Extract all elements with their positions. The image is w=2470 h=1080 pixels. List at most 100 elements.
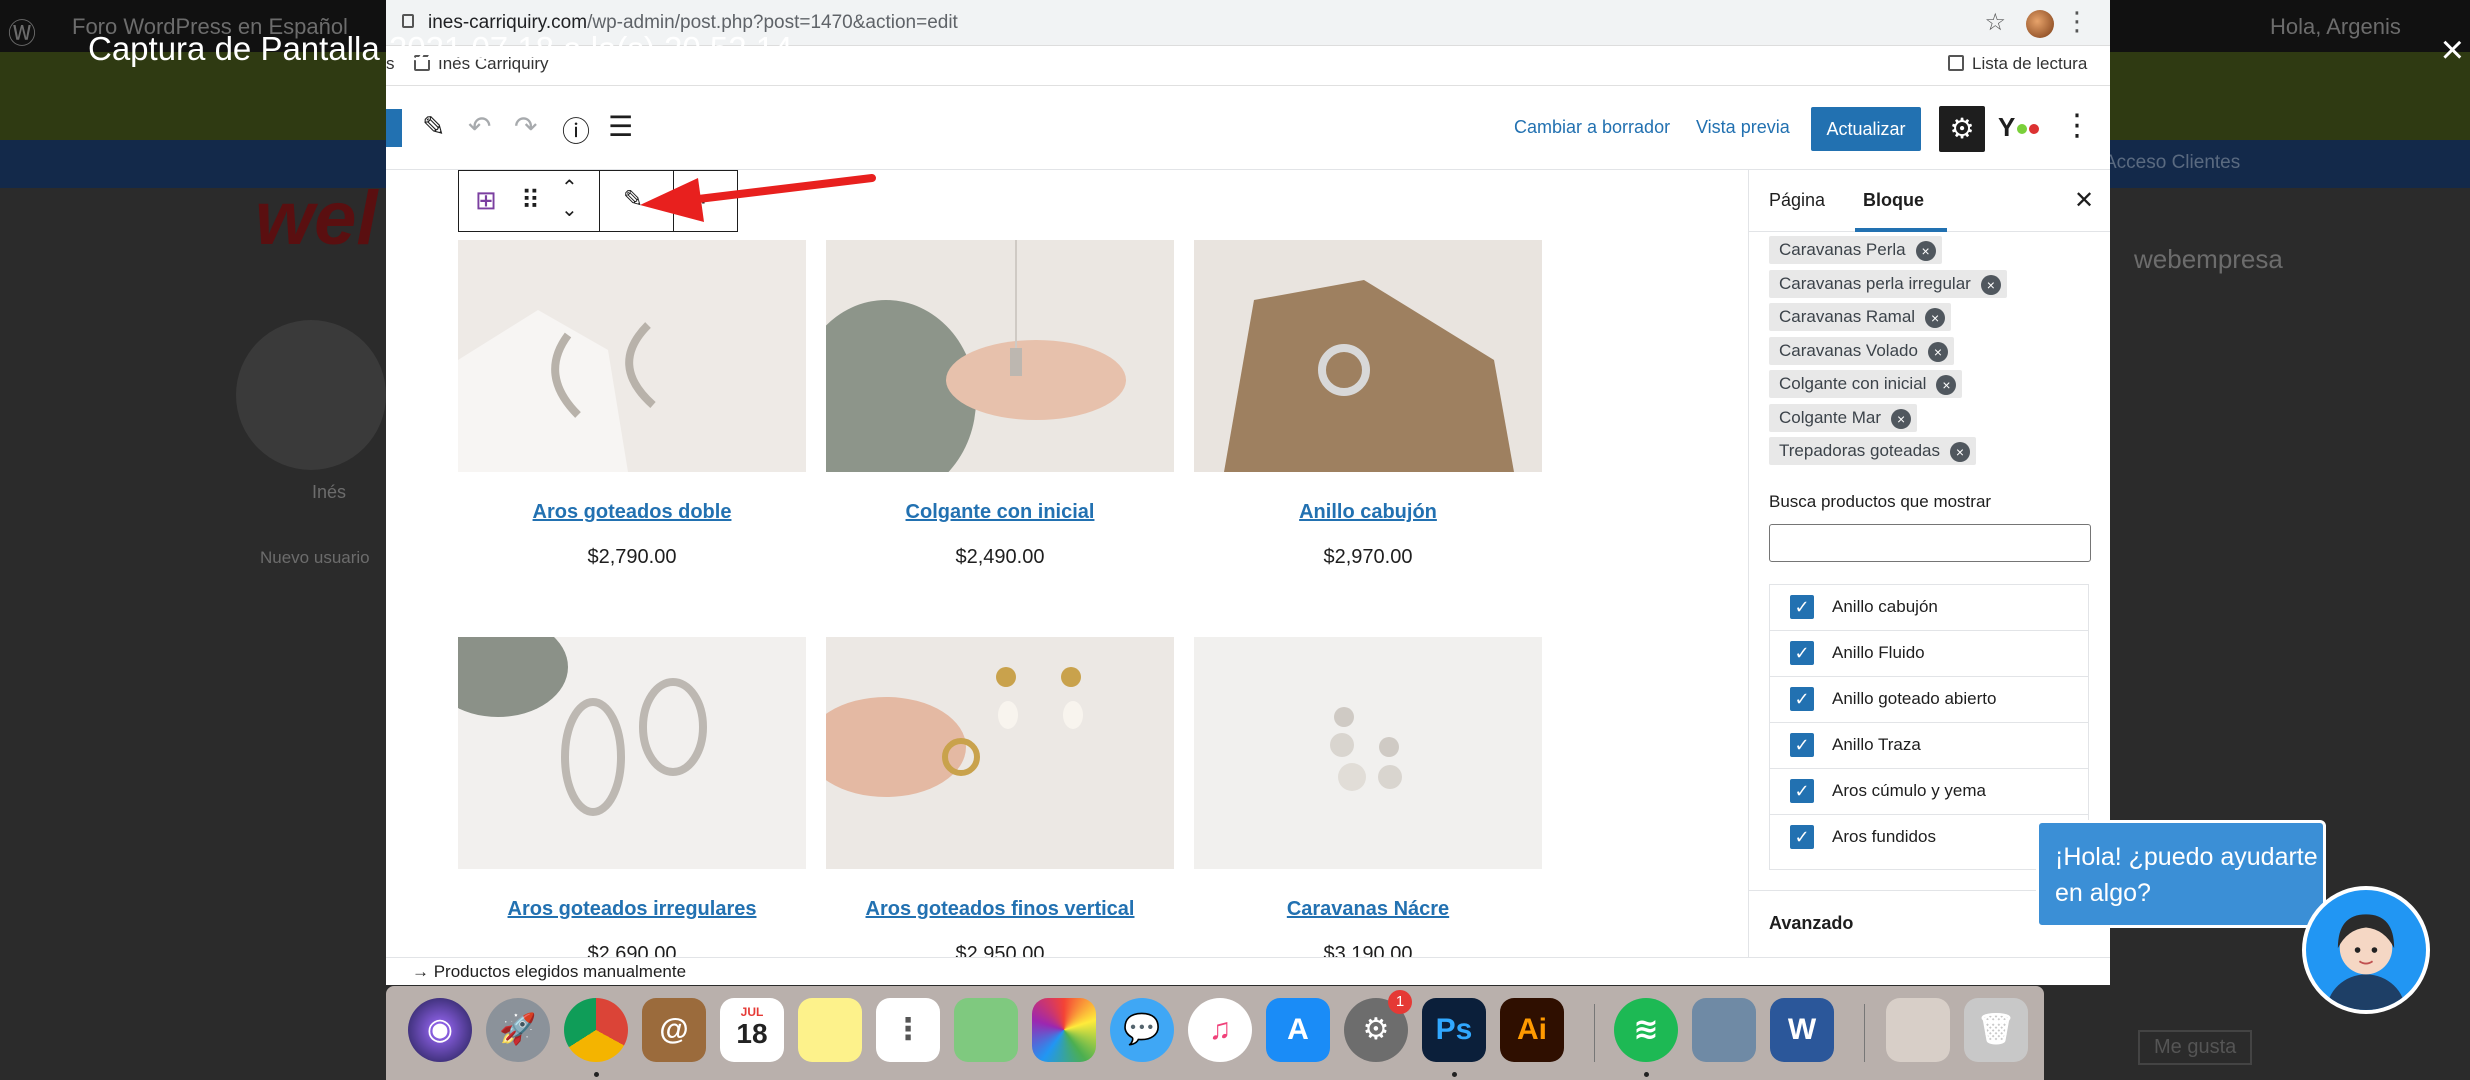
search-products-label: Busca productos que mostrar xyxy=(1769,492,1992,511)
info-icon[interactable]: ⓘ xyxy=(562,110,590,150)
product-card: Colgante con inicial $2,490.00 xyxy=(796,240,1174,569)
block-breadcrumb: → Productos elegidos manualmente xyxy=(386,957,2110,985)
chat-message-bubble[interactable]: ¡Hola! ¿puedo ayudarte en algo? xyxy=(2036,820,2326,928)
word-icon[interactable]: W xyxy=(1770,998,1834,1062)
update-button[interactable]: Actualizar xyxy=(1811,107,1921,151)
yoast-icon[interactable]: Y xyxy=(1998,112,2040,143)
contacts-icon[interactable]: @ xyxy=(642,998,706,1062)
product-name-link[interactable]: Anillo cabujón xyxy=(1194,501,1542,524)
remove-tag-icon[interactable]: × xyxy=(1980,275,2001,295)
profile-avatar[interactable] xyxy=(2026,10,2054,38)
selected-product-tag: Caravanas Perla × xyxy=(1769,236,1942,264)
running-indicator xyxy=(594,1072,599,1077)
search-products-input[interactable] xyxy=(1769,524,2091,562)
settings-gear-icon[interactable]: ⚙ xyxy=(1939,106,1985,152)
checkbox-checked-icon[interactable]: ✓ xyxy=(1790,641,1814,665)
notes-icon[interactable] xyxy=(798,998,862,1062)
reading-list[interactable]: Lista de lectura xyxy=(1948,54,2087,74)
bg-like-button: Me gusta xyxy=(2138,1030,2253,1065)
list-view-icon[interactable]: ☰ xyxy=(608,110,633,143)
preview-link[interactable]: Vista previa xyxy=(1696,117,1790,138)
checkbox-checked-icon[interactable]: ✓ xyxy=(1790,595,1814,619)
maps-icon[interactable] xyxy=(954,998,1018,1062)
move-up-down-icon[interactable]: ⌃ ⌄ xyxy=(561,177,578,221)
edit-pencil-icon[interactable]: ✎ xyxy=(422,110,445,143)
selected-product-tag: Caravanas perla irregular × xyxy=(1769,270,2007,298)
remove-tag-icon[interactable]: × xyxy=(1949,442,1970,462)
product-card: Caravanas Nácre $3,190.00 xyxy=(1194,637,1542,966)
checkbox-checked-icon[interactable]: ✓ xyxy=(1790,687,1814,711)
selected-product-tag: Caravanas Ramal × xyxy=(1769,303,1952,331)
photoshop-icon[interactable]: Ps xyxy=(1422,998,1486,1062)
chat-agent-avatar[interactable] xyxy=(2302,886,2430,1014)
product-image[interactable] xyxy=(1194,240,1542,472)
reading-list-icon xyxy=(1948,55,1964,71)
browser-menu-icon[interactable]: ⋮ xyxy=(2064,6,2090,37)
chrome-icon[interactable] xyxy=(564,998,628,1062)
trash-icon[interactable]: 🗑 xyxy=(1964,998,2028,1062)
lightbox-caption: Captura de Pantalla 2021 07 18 a la(s) 2… xyxy=(88,30,793,67)
product-image[interactable] xyxy=(458,240,806,472)
switch-to-draft-link[interactable]: Cambiar a borrador xyxy=(1514,117,1670,138)
lock-icon xyxy=(402,14,414,28)
block-options-icon[interactable]: · xyxy=(699,185,708,216)
product-image[interactable] xyxy=(796,240,1174,500)
list-item[interactable]: ✓ Anillo cabujón xyxy=(1770,585,2088,631)
checkbox-checked-icon[interactable]: ✓ xyxy=(1790,825,1814,849)
siri-icon[interactable]: ◉ xyxy=(408,998,472,1062)
list-item[interactable]: ✓ Aros cúmulo y yema xyxy=(1770,769,2088,815)
illustrator-icon[interactable]: Ai xyxy=(1500,998,1564,1062)
inserter-button[interactable] xyxy=(386,109,402,147)
spotify-icon[interactable]: ≋ xyxy=(1614,998,1678,1062)
product-image[interactable] xyxy=(428,617,806,869)
calendar-icon[interactable]: JUL 18 xyxy=(720,998,784,1062)
bg-user-avatar xyxy=(236,320,386,470)
block-type-icon[interactable]: ⊞ xyxy=(475,185,497,216)
tab-page[interactable]: Página xyxy=(1769,190,1825,211)
editor-header: ✎ ↶ ↷ ⓘ ☰ Cambiar a borrador Vista previ… xyxy=(386,86,2110,170)
remove-tag-icon[interactable]: × xyxy=(1891,409,1912,429)
checkbox-checked-icon[interactable]: ✓ xyxy=(1790,733,1814,757)
selected-product-tag: Caravanas Volado × xyxy=(1769,337,1954,365)
launchpad-icon[interactable]: 🚀 xyxy=(486,998,550,1062)
close-icon[interactable]: ✕ xyxy=(2074,186,2094,215)
lightbox-close-icon[interactable]: × xyxy=(2441,28,2464,73)
drag-handle-icon[interactable]: ⠿ xyxy=(521,185,540,216)
edit-block-pencil-icon[interactable]: ✎ xyxy=(623,185,643,214)
redo-icon[interactable]: ↷ xyxy=(514,110,537,143)
product-price: $2,490.00 xyxy=(955,546,1045,568)
product-image[interactable] xyxy=(806,637,1174,869)
preview-icon[interactable] xyxy=(1692,998,1756,1062)
remove-tag-icon[interactable]: × xyxy=(1936,375,1957,395)
music-icon[interactable]: ♫ xyxy=(1188,998,1252,1062)
remove-tag-icon[interactable]: × xyxy=(1915,241,1936,261)
product-name-link[interactable]: Aros goteados doble xyxy=(458,501,806,524)
more-options-icon[interactable]: ⋮ xyxy=(2062,108,2092,143)
product-name-link[interactable]: Aros goteados finos vertical xyxy=(826,898,1174,921)
product-name-link[interactable]: Aros goteados irregulares xyxy=(458,898,806,921)
selected-product-tag: Colgante con inicial × xyxy=(1769,370,1963,398)
undo-icon[interactable]: ↶ xyxy=(468,110,491,143)
remove-tag-icon[interactable]: × xyxy=(1927,342,1948,362)
downloads-folder-icon[interactable] xyxy=(1886,998,1950,1062)
list-item[interactable]: ✓ Anillo Fluido xyxy=(1770,631,2088,677)
screenshot-window: ines-carriquiry.com/wp-admin/post.php?po… xyxy=(386,0,2110,985)
list-item[interactable]: ✓ Anillo goteado abierto xyxy=(1770,677,2088,723)
checkbox-checked-icon[interactable]: ✓ xyxy=(1790,779,1814,803)
messages-icon[interactable]: 💬 xyxy=(1110,998,1174,1062)
product-image[interactable] xyxy=(1194,637,1542,869)
toolbar-divider xyxy=(673,171,674,231)
tab-block[interactable]: Bloque xyxy=(1863,190,1924,211)
photos-icon[interactable] xyxy=(1032,998,1096,1062)
app-store-icon[interactable]: A xyxy=(1266,998,1330,1062)
bookmark-star-icon[interactable]: ☆ xyxy=(1984,8,2006,37)
screen: Ⓦ Foro WordPress en Español Hola, Argeni… xyxy=(0,0,2470,1080)
reminders-icon[interactable]: ⋮ xyxy=(876,998,940,1062)
product-price: $2,970.00 xyxy=(1323,546,1413,568)
remove-tag-icon[interactable]: × xyxy=(1925,308,1946,328)
block-toolbar: ⊞ ⠿ ⌃ ⌄ ✎ · xyxy=(458,170,738,232)
list-item[interactable]: ✓ Anillo Traza xyxy=(1770,723,2088,769)
selected-product-tag: Trepadoras goteadas × xyxy=(1769,437,1976,465)
product-name-link[interactable]: Caravanas Nácre xyxy=(1194,898,1542,921)
product-name-link[interactable]: Colgante con inicial xyxy=(826,501,1174,524)
